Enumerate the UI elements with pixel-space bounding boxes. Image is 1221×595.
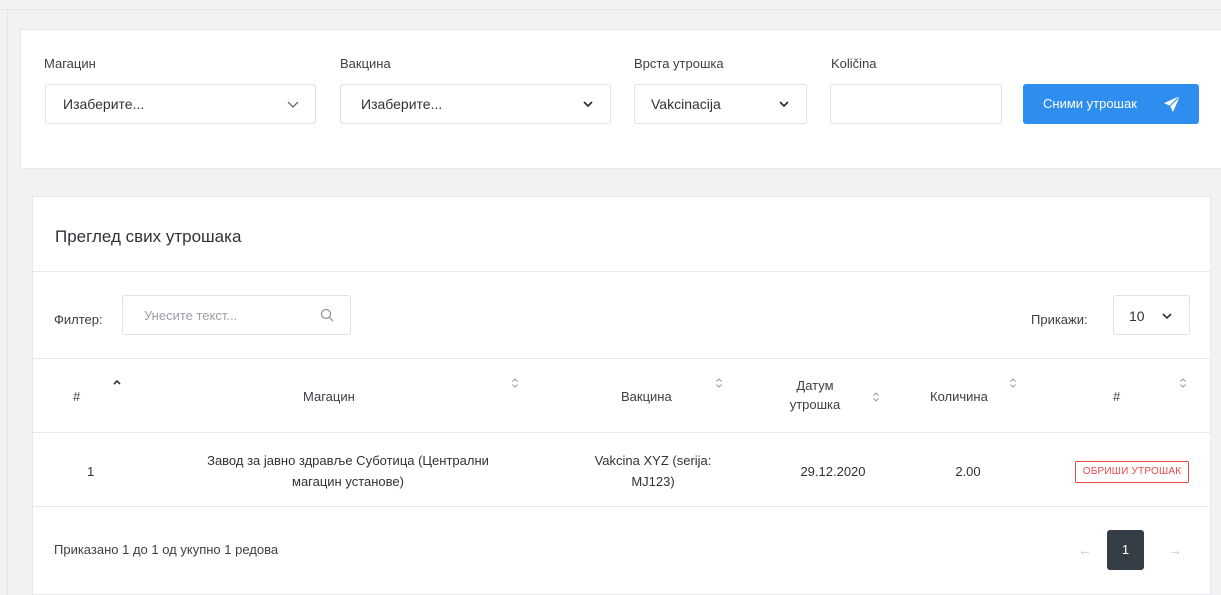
pagination-summary: Приказано 1 до 1 од укупно 1 редова [54, 542, 279, 557]
chevron-down-icon [1162, 313, 1172, 320]
filter-input[interactable]: Унесите текст... [122, 295, 351, 335]
quantity-input[interactable] [830, 84, 1002, 124]
search-icon [320, 308, 334, 322]
sort-icon[interactable] [511, 377, 519, 389]
paper-plane-icon [1163, 95, 1181, 113]
consumption-type-value: Vakcinacija [651, 96, 721, 112]
quantity-label: Količina [831, 56, 877, 71]
consumption-table-card: Преглед свих утрошака Филтер: Унесите те… [32, 196, 1211, 595]
consumption-form-card: Магацин Изаберите... Вакцина Изаберите..… [20, 29, 1221, 169]
column-header-warehouse[interactable]: Магацин [303, 387, 355, 406]
vaccine-select[interactable]: Изаберите... [340, 84, 611, 124]
divider [33, 432, 1210, 433]
sort-icon[interactable] [872, 391, 880, 403]
column-header-date-line2: утрошка [789, 397, 841, 412]
sort-icon[interactable] [1009, 377, 1017, 389]
card-title: Преглед свих утрошака [55, 227, 242, 246]
column-header-actions[interactable]: # [1113, 387, 1120, 406]
row-vaccine: Vakcina XYZ (serija: MJ123) [573, 450, 733, 492]
left-divider [7, 10, 8, 595]
save-consumption-label: Сними утрошак [1043, 96, 1137, 111]
vaccine-select-value: Изаберите... [361, 96, 443, 112]
top-divider [0, 9, 1221, 10]
page-size-label: Прикажи: [1031, 312, 1088, 327]
chevron-down-icon [583, 101, 593, 108]
divider [33, 271, 1210, 272]
delete-consumption-button[interactable]: ОБРИШИ УТРОШАК [1075, 461, 1189, 483]
sort-icon[interactable] [715, 377, 723, 389]
chevron-down-icon [779, 101, 789, 108]
filter-label: Филтер: [54, 312, 103, 327]
row-date: 29.12.2020 [800, 464, 866, 479]
page-size-value: 10 [1129, 308, 1145, 324]
row-warehouse-line2: магацин установе) [292, 474, 404, 489]
pagination-prev-arrow-icon[interactable]: ← [1078, 542, 1092, 558]
column-header-date-line1: Датум [796, 378, 834, 393]
row-warehouse: Завод за јавно здравље Суботица (Централ… [163, 450, 533, 492]
column-header-quantity[interactable]: Количина [930, 387, 988, 406]
row-warehouse-line1: Завод за јавно здравље Суботица (Централ… [207, 453, 489, 468]
page-size-select[interactable]: 10 [1113, 295, 1190, 335]
column-header-number[interactable]: # [73, 387, 80, 406]
column-header-date[interactable]: Датум утрошка [785, 376, 845, 414]
row-quantity: 2.00 [955, 464, 981, 479]
chevron-down-icon [287, 101, 299, 108]
consumption-type-label: Врста утрошка [634, 56, 724, 71]
divider [33, 506, 1210, 507]
pagination-page-current[interactable]: 1 [1107, 530, 1144, 570]
sort-icon[interactable] [1179, 377, 1187, 389]
consumption-type-select[interactable]: Vakcinacija [634, 84, 807, 124]
warehouse-select-value: Изаберите... [63, 96, 145, 112]
row-vaccine-line1: Vakcina XYZ (serija: [594, 453, 712, 468]
vaccine-label: Вакцина [340, 56, 391, 71]
column-header-vaccine[interactable]: Вакцина [621, 387, 672, 406]
pagination-next-arrow-icon[interactable]: → [1168, 542, 1182, 558]
warehouse-label: Магацин [44, 56, 96, 71]
row-vaccine-line2: MJ123) [631, 474, 675, 489]
filter-placeholder: Унесите текст... [144, 308, 238, 323]
row-number: 1 [87, 464, 95, 479]
divider [33, 358, 1210, 359]
sort-up-icon[interactable] [113, 377, 121, 389]
warehouse-select[interactable]: Изаберите... [45, 84, 316, 124]
save-consumption-button[interactable]: Сними утрошак [1023, 84, 1199, 124]
